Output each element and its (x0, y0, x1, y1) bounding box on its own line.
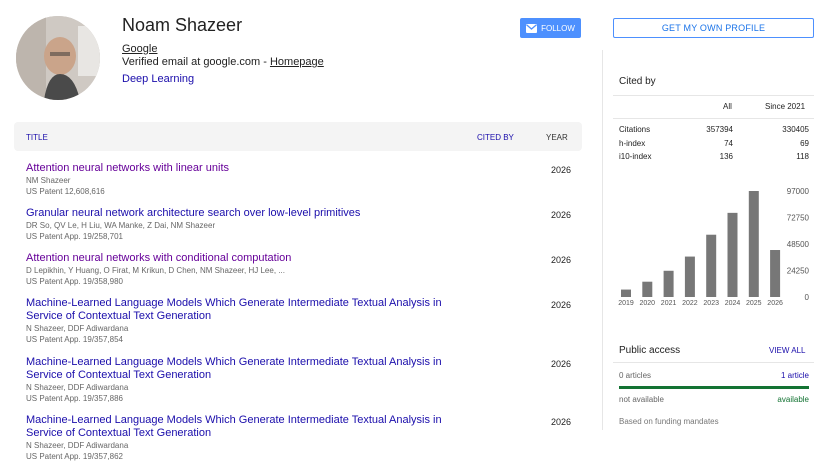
article-year: 2026 (551, 165, 572, 175)
sort-by-title-header[interactable]: TITLE (26, 133, 48, 142)
article-year: 2026 (551, 255, 572, 265)
article-year: 2026 (551, 210, 572, 220)
cited-by-col-since: Since 2021 (765, 102, 806, 111)
article-title-link[interactable]: Machine-Learned Language Models Which Ge… (26, 297, 476, 323)
article-row: Machine-Learned Language Models Which Ge… (26, 297, 586, 345)
x-tick-label: 2022 (682, 300, 698, 307)
article-authors: N Shazeer, DDF Adiwardana (26, 441, 129, 450)
not-available-count[interactable]: 0 articles (619, 371, 651, 380)
interest-link-deep-learning[interactable]: Deep Learning (122, 73, 194, 85)
cited-by-row-h-index: h-index 74 69 (619, 139, 809, 151)
article-title-link[interactable]: Attention neural networks with linear un… (26, 162, 476, 175)
metric-label: i10-index (619, 152, 652, 161)
y-tick-label: 97000 (787, 187, 810, 196)
article-row: Machine-Learned Language Models Which Ge… (26, 414, 586, 462)
article-row: Granular neural network architecture sea… (26, 207, 586, 242)
x-tick-label: 2021 (661, 300, 677, 307)
metric-label: Citations (619, 125, 651, 134)
article-year: 2026 (551, 300, 572, 310)
follow-button[interactable]: FOLLOW (520, 18, 581, 38)
cited-by-heading: Cited by (619, 76, 656, 87)
article-venue: US Patent 12,608,616 (26, 187, 105, 196)
article-venue: US Patent App. 19/357,862 (26, 452, 123, 461)
profile-affiliation-link[interactable]: Google (122, 43, 157, 55)
article-title-link[interactable]: Machine-Learned Language Models Which Ge… (26, 414, 476, 440)
x-tick-label: 2025 (746, 300, 762, 307)
not-available-label: not available (619, 395, 664, 404)
article-title-link[interactable]: Attention neural networks with condition… (26, 252, 476, 265)
citation-bar-2025[interactable] (748, 191, 759, 297)
article-authors: NM Shazeer (26, 176, 71, 185)
metric-all: 357394 (706, 125, 733, 134)
article-venue: US Patent App. 19/358,980 (26, 277, 123, 286)
y-tick-label: 48500 (787, 240, 810, 249)
sidebar-divider (602, 50, 603, 430)
citation-bar-2026[interactable] (770, 250, 781, 297)
citation-bar-2022[interactable] (684, 256, 695, 297)
mail-icon (526, 23, 538, 33)
x-tick-label: 2024 (725, 300, 741, 307)
public-access-bar (619, 386, 809, 389)
sort-by-cited-header[interactable]: CITED BY (477, 133, 514, 142)
metric-label: h-index (619, 139, 646, 148)
citation-bar-2024[interactable] (727, 212, 738, 297)
metric-all: 136 (719, 152, 733, 161)
y-tick-label: 72750 (787, 214, 810, 223)
profile-email-line: Verified email at google.com - Homepage (122, 56, 324, 68)
article-authors: DR So, QV Le, H Liu, WA Manke, Z Dai, NM… (26, 221, 216, 230)
citation-bar-2021[interactable] (663, 270, 674, 297)
follow-label: FOLLOW (541, 23, 575, 33)
divider (613, 362, 814, 363)
x-tick-label: 2023 (703, 300, 719, 307)
x-tick-label: 2020 (640, 300, 656, 307)
article-year: 2026 (551, 417, 572, 427)
available-label: available (777, 395, 809, 404)
email-verified-text: Verified email at google.com - (122, 56, 270, 68)
article-row: Attention neural networks with condition… (26, 252, 586, 287)
sort-by-year-header[interactable]: YEAR (546, 133, 568, 142)
divider (613, 95, 814, 96)
homepage-link[interactable]: Homepage (270, 56, 324, 68)
article-authors: D Lepikhin, Y Huang, O Firat, M Krikun, … (26, 266, 285, 275)
y-tick-label: 0 (805, 293, 810, 302)
article-authors: N Shazeer, DDF Adiwardana (26, 324, 129, 333)
divider (613, 118, 814, 119)
articles-table-header: TITLE CITED BY YEAR (14, 122, 582, 151)
public-access-heading: Public access (619, 345, 681, 356)
y-tick-label: 24250 (787, 267, 810, 276)
public-access-view-all-link[interactable]: VIEW ALL (769, 346, 805, 355)
article-venue: US Patent App. 19/357,854 (26, 335, 123, 344)
cited-by-row-i10-index: i10-index 136 118 (619, 152, 809, 164)
article-row: Attention neural networks with linear un… (26, 162, 586, 197)
citation-bar-2023[interactable] (706, 234, 717, 297)
cited-by-row-citations: Citations 357394 330405 (619, 125, 809, 137)
article-title-link[interactable]: Granular neural network architecture sea… (26, 207, 476, 220)
metric-since: 330405 (782, 125, 809, 134)
profile-avatar (16, 16, 100, 100)
metric-since: 118 (796, 152, 809, 161)
citation-bar-2019[interactable] (621, 289, 631, 297)
article-authors: N Shazeer, DDF Adiwardana (26, 383, 129, 392)
metric-since: 69 (800, 139, 809, 148)
citations-per-year-chart: 2019 2020 2021 2022 2023 2024 2025 2026 97000 727… (618, 187, 810, 307)
available-count[interactable]: 1 article (781, 371, 809, 380)
article-title-link[interactable]: Machine-Learned Language Models Which Ge… (26, 356, 476, 382)
article-row: Machine-Learned Language Models Which Ge… (26, 356, 586, 404)
x-tick-label: 2026 (767, 300, 783, 307)
article-venue: US Patent App. 19/357,886 (26, 394, 123, 403)
article-year: 2026 (551, 359, 572, 369)
funding-mandates-note: Based on funding mandates (619, 417, 719, 426)
x-tick-label: 2019 (618, 300, 634, 307)
metric-all: 74 (724, 139, 733, 148)
profile-name: Noam Shazeer (122, 15, 243, 35)
article-venue: US Patent App. 19/258,701 (26, 232, 123, 241)
cited-by-col-all: All (723, 102, 732, 111)
get-my-own-profile-button[interactable]: GET MY OWN PROFILE (613, 18, 814, 38)
citation-bar-2020[interactable] (642, 281, 653, 297)
